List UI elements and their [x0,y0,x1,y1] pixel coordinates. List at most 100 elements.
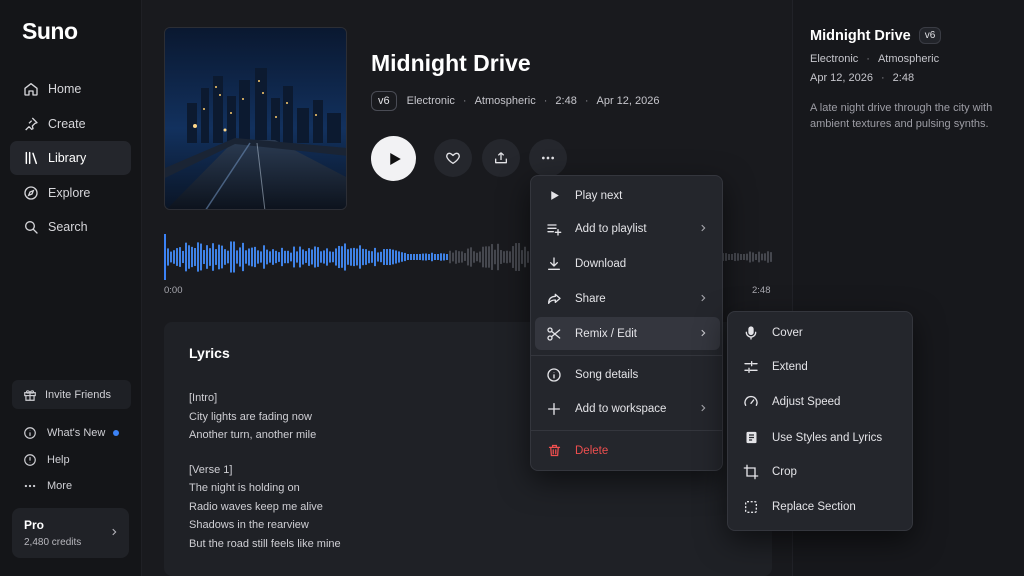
submenu-item-adjust-speed[interactable]: Adjust Speed [732,385,910,418]
waveform-bar [344,243,346,271]
waveform-bar [455,250,457,264]
menu-item-add-to-workspace[interactable]: Add to workspace [535,392,720,425]
waveform-bar [461,251,463,263]
waveform-bar [764,253,766,261]
waveform-bar [383,249,385,265]
waveform-bar [392,249,394,265]
mood-tag[interactable]: Atmospheric [475,95,536,107]
lyrics-line: Radio waves keep me alive [189,500,323,513]
menu-item-share[interactable]: Share [535,282,720,315]
waveform-bar [185,242,187,272]
waveform-bar [200,243,202,271]
lyrics-line: [Intro] [189,392,218,404]
sidebar-item-search[interactable]: Search [10,210,131,244]
menu-item-delete[interactable]: Delete [535,434,720,467]
separator-dot: · [543,95,548,107]
sidebar-item-create[interactable]: Create [10,107,131,141]
menu-item-add-to-playlist[interactable]: Add to playlist [535,212,720,245]
share-button[interactable] [482,139,520,177]
waveform-bar [380,251,382,263]
pin-icon [22,115,39,132]
waveform-bar [731,254,733,260]
song-description: A late night drive through the city with… [810,102,993,130]
submenu-item-use-styles-lyrics[interactable]: Use Styles and Lyrics [732,421,910,454]
plan-title: Pro [24,518,45,532]
submenu-item-replace-section[interactable]: Replace Section [732,490,910,523]
more-options-button[interactable] [529,139,567,177]
waveform-bar [206,245,208,269]
submenu-item-label: Cover [772,326,803,339]
sidebar-item-explore[interactable]: Explore [10,176,131,210]
genre-tag[interactable]: Electronic [810,53,858,65]
waveform-bar [260,251,262,263]
waveform-bar [371,251,373,263]
app-logo[interactable]: Suno [22,18,78,45]
waveform-bar [272,249,274,265]
waveform-bar [413,254,415,260]
waveform-bar [179,247,181,267]
remix-edit-submenu: Cover Extend Adjust Speed Use Styles and… [727,311,913,531]
waveform-bar [326,248,328,266]
submenu-item-label: Replace Section [772,500,856,513]
mood-tag[interactable]: Atmospheric [878,53,939,65]
invite-friends-button[interactable]: Invite Friends [12,380,131,409]
crop-icon [742,463,760,481]
separator-dot: · [584,95,589,107]
plus-icon [545,400,563,418]
plan-card[interactable]: Pro 2,480 credits [12,508,129,558]
like-button[interactable] [434,139,472,177]
submenu-item-crop[interactable]: Crop [732,455,910,488]
genre-tag[interactable]: Electronic [407,95,455,107]
waveform-bar [524,246,526,268]
waveform-bar [416,254,418,260]
waveform-bar [440,253,442,261]
help-label: Help [47,453,70,466]
sidebar-item-label: Search [48,220,88,235]
menu-item-play-next[interactable]: Play next [535,179,720,212]
playlist-add-icon [545,220,563,238]
chevron-right-icon [698,328,708,338]
waveform-bar [419,254,421,260]
submenu-item-label: Extend [772,360,808,373]
sidebar-item-library[interactable]: Library [10,141,131,176]
waveform-bar [296,251,298,263]
play-icon [385,150,403,168]
whats-new-link[interactable]: What's New [22,420,132,447]
play-button[interactable] [371,136,416,181]
submenu-item-label: Use Styles and Lyrics [772,431,883,444]
menu-item-song-details[interactable]: Song details [535,358,720,391]
help-link[interactable]: Help [22,447,132,474]
whats-new-label: What's New [47,427,106,440]
waveform-bar [287,250,289,264]
time-elapsed: 0:00 [164,285,183,296]
play-icon [545,187,563,205]
waveform-bar [362,248,364,266]
sidebar-item-home[interactable]: Home [10,72,131,106]
menu-item-download[interactable]: Download [535,247,720,280]
home-icon [22,81,39,98]
song-date: Apr 12, 2026 [596,95,660,107]
waveform-bar [284,250,286,264]
waveform-bar [176,248,178,266]
waveform-bar [758,251,760,263]
waveform-bar [248,248,250,266]
submenu-item-extend[interactable]: Extend [732,350,910,383]
waveform-bar [236,250,238,264]
submenu-item-cover[interactable]: Cover [732,316,910,349]
waveform-bar [317,247,319,267]
waveform-bar [770,252,772,262]
waveform-bar [449,250,451,264]
waveform-bar [188,245,190,269]
waveform-bar [746,253,748,261]
waveform-bar [338,245,340,269]
waveform-bar [428,254,430,260]
waveform-bar [404,252,406,262]
document-icon [742,429,760,447]
menu-item-remix-edit[interactable]: Remix / Edit [535,317,720,350]
waveform-bar [197,242,199,272]
waveform-bar [437,254,439,260]
more-link[interactable]: More [22,473,132,500]
waveform-bar [506,250,508,264]
lyrics-line: Shadows in the rearview [189,519,309,531]
waveform-bar [407,254,409,260]
